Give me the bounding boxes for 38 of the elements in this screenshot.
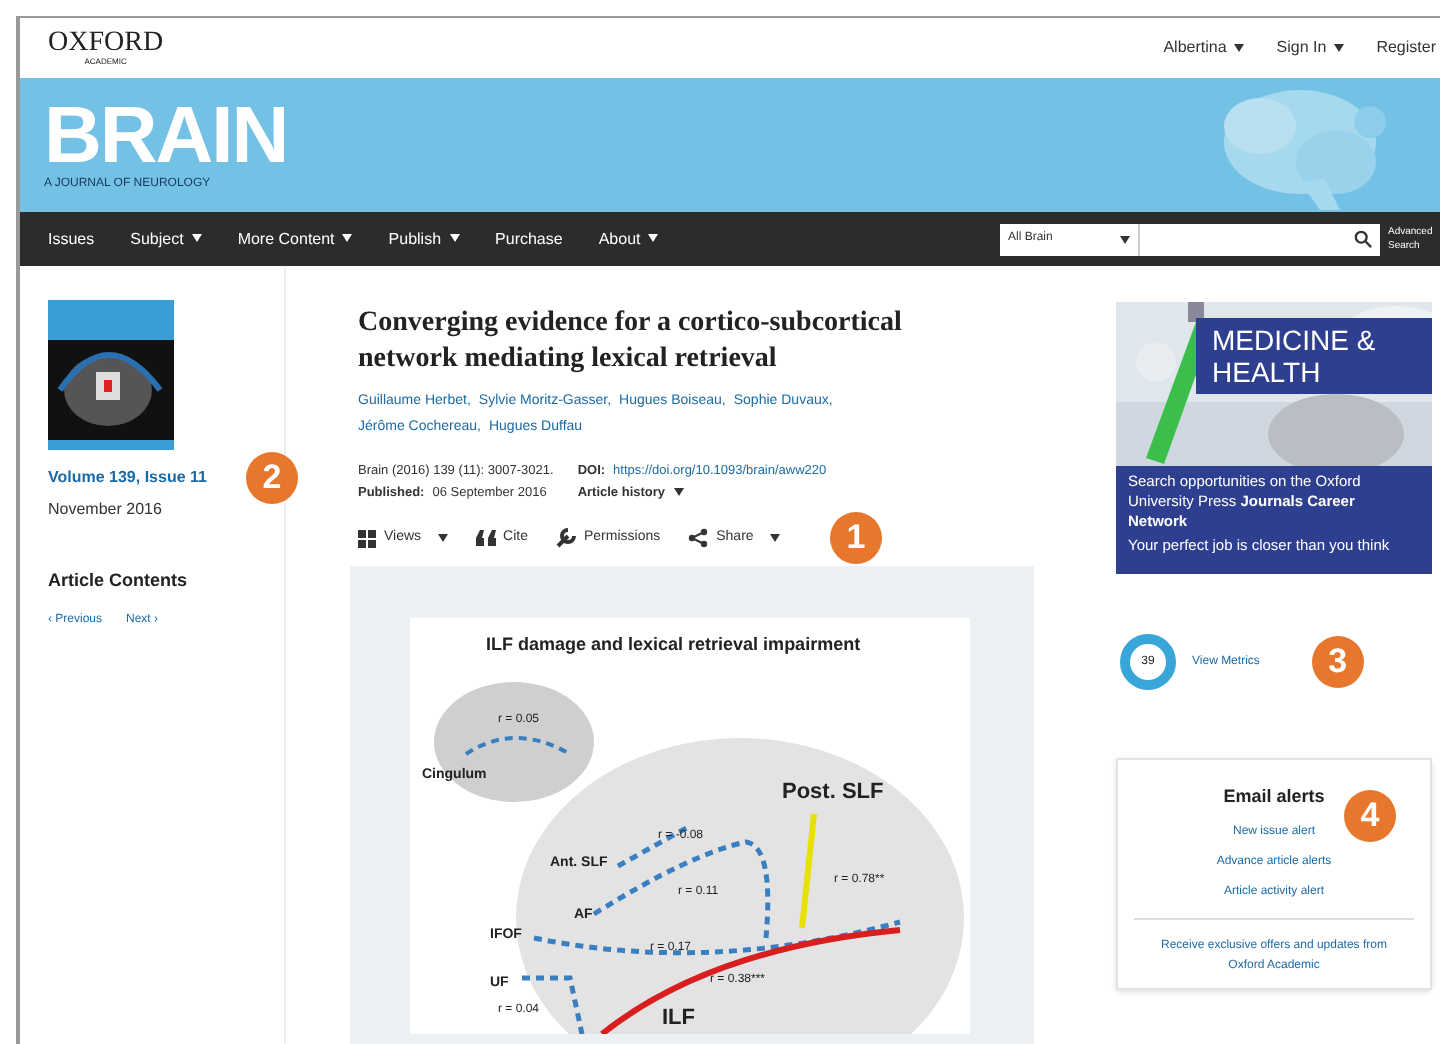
header-link[interactable]: Register xyxy=(1376,36,1436,60)
caret-icon xyxy=(1120,235,1130,243)
caret-icon xyxy=(449,234,460,243)
grid-icon xyxy=(358,529,376,548)
share-icon xyxy=(688,528,709,549)
figure-title: ILF damage and lexical retrieval impairment xyxy=(486,633,861,653)
header-link[interactable]: Sign In xyxy=(1276,36,1345,60)
issue-link[interactable]: Volume 139, Issue 11 xyxy=(48,466,207,490)
issue-date: November 2016 xyxy=(48,498,164,522)
number-badge: 3 xyxy=(1311,636,1364,688)
caret-icon xyxy=(673,488,684,497)
caret-icon xyxy=(648,234,659,243)
ad-heading: MEDICINE & HEALTH xyxy=(1196,318,1432,394)
nav-item[interactable]: More Content xyxy=(237,227,353,251)
caret-icon xyxy=(342,234,353,243)
nav-item[interactable]: Subject xyxy=(130,227,202,251)
nav-item[interactable]: Purchase xyxy=(495,227,563,251)
number-badge: 1 xyxy=(830,512,882,564)
contents-heading: Article Contents xyxy=(48,568,190,594)
figure-label: ILF xyxy=(662,1005,695,1029)
caret-icon xyxy=(769,534,780,543)
header-link[interactable]: Albertina xyxy=(1163,36,1245,60)
caret-icon xyxy=(1234,43,1245,52)
caret-icon xyxy=(437,534,448,543)
logo[interactable]: OXFORD xyxy=(48,30,164,58)
number-badge: 2 xyxy=(246,452,298,504)
article-title: Converging evidence for a cortico-subcortical network mediating lexical retrieval xyxy=(358,306,904,378)
caret-icon xyxy=(191,234,202,243)
figure-label: Post. SLF xyxy=(782,779,884,803)
alerts-heading: Email alerts xyxy=(1223,784,1325,810)
wrench-icon xyxy=(556,528,576,549)
nav-item[interactable]: Issues xyxy=(48,227,95,251)
caret-icon xyxy=(1334,43,1345,52)
quote-icon xyxy=(475,530,496,547)
nav-item[interactable]: Publish xyxy=(388,227,460,251)
search-field[interactable] xyxy=(1140,223,1380,255)
search-icon xyxy=(1354,230,1372,248)
nav-item[interactable]: About xyxy=(598,227,659,251)
